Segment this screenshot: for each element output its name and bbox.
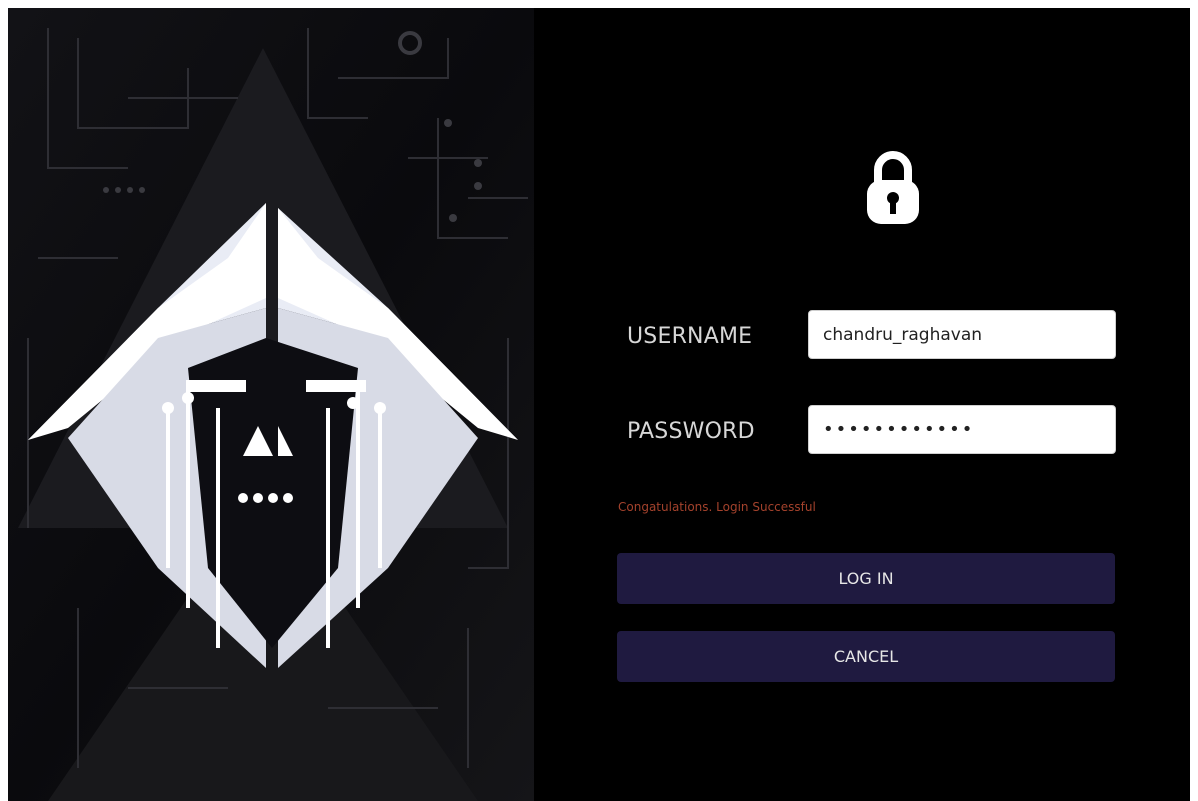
lock-icon <box>867 151 919 224</box>
password-field[interactable] <box>808 405 1116 454</box>
art-panel <box>8 8 534 801</box>
login-window: USERNAME PASSWORD Congatulations. Login … <box>8 8 1190 801</box>
cancel-button[interactable]: CANCEL <box>617 631 1115 682</box>
username-label: USERNAME <box>627 324 753 349</box>
login-button[interactable]: LOG IN <box>617 553 1115 604</box>
circuit-background <box>8 8 534 801</box>
password-label: PASSWORD <box>627 419 755 444</box>
login-form-panel: USERNAME PASSWORD Congatulations. Login … <box>534 8 1190 801</box>
username-field[interactable] <box>808 310 1116 359</box>
status-message: Congatulations. Login Successful <box>618 500 816 514</box>
